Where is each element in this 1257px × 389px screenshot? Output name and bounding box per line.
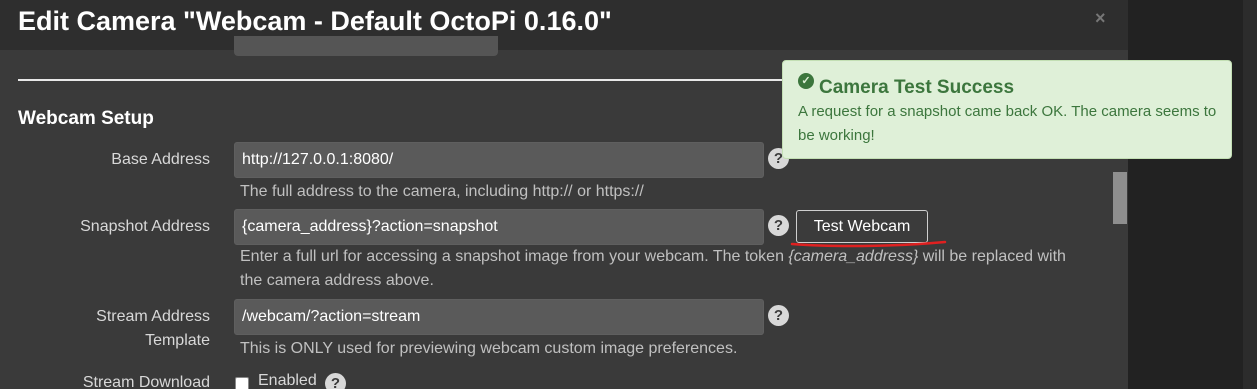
stream-template-help: This is ONLY used for previewing webcam … bbox=[240, 340, 738, 357]
modal-title: Edit Camera "Webcam - Default OctoPi 0.1… bbox=[18, 6, 612, 36]
stream-template-label-line1: Stream Address bbox=[96, 308, 210, 325]
stream-download-checkbox[interactable] bbox=[235, 377, 249, 389]
stream-template-label-line2: Template bbox=[145, 332, 210, 349]
toast-title: Camera Test Success bbox=[819, 77, 1015, 98]
base-address-help: The full address to the camera, includin… bbox=[240, 183, 644, 200]
section-title: Webcam Setup bbox=[18, 108, 154, 129]
check-circle-icon: ✓ bbox=[798, 73, 814, 89]
snapshot-address-label: Snapshot Address bbox=[80, 218, 210, 235]
edit-camera-modal: Edit Camera "Webcam - Default OctoPi 0.1… bbox=[0, 0, 1128, 389]
stream-download-enabled-label: Enabled bbox=[258, 372, 317, 389]
snapshot-address-input[interactable]: {camera_address}?action=snapshot bbox=[234, 209, 764, 245]
stream-download-label: Stream Download bbox=[82, 374, 210, 389]
success-toast: ✓ Camera Test Success A request for a sn… bbox=[782, 60, 1232, 159]
modal-header: Edit Camera "Webcam - Default OctoPi 0.1… bbox=[0, 0, 1128, 50]
question-circle-icon[interactable]: ? bbox=[768, 215, 789, 236]
base-address-input[interactable]: http://127.0.0.1:8080/ bbox=[234, 142, 764, 178]
question-circle-icon[interactable]: ? bbox=[768, 305, 789, 326]
camera-address-token: {camera_address} bbox=[788, 248, 919, 265]
scrollbar-thumb[interactable] bbox=[1113, 172, 1127, 224]
page-backdrop bbox=[1128, 0, 1257, 389]
question-circle-icon[interactable]: ? bbox=[325, 373, 346, 389]
stream-template-input[interactable]: /webcam/?action=stream bbox=[234, 299, 764, 335]
snapshot-address-help: Enter a full url for accessing a snapsho… bbox=[240, 245, 1090, 293]
close-icon[interactable]: × bbox=[1095, 8, 1106, 29]
base-address-label: Base Address bbox=[111, 151, 210, 168]
snapshot-help-before: Enter a full url for accessing a snapsho… bbox=[240, 248, 789, 265]
toast-message: A request for a snapshot came back OK. T… bbox=[798, 103, 1217, 144]
backdrop-panel bbox=[1243, 0, 1257, 389]
previous-field[interactable] bbox=[234, 36, 498, 56]
